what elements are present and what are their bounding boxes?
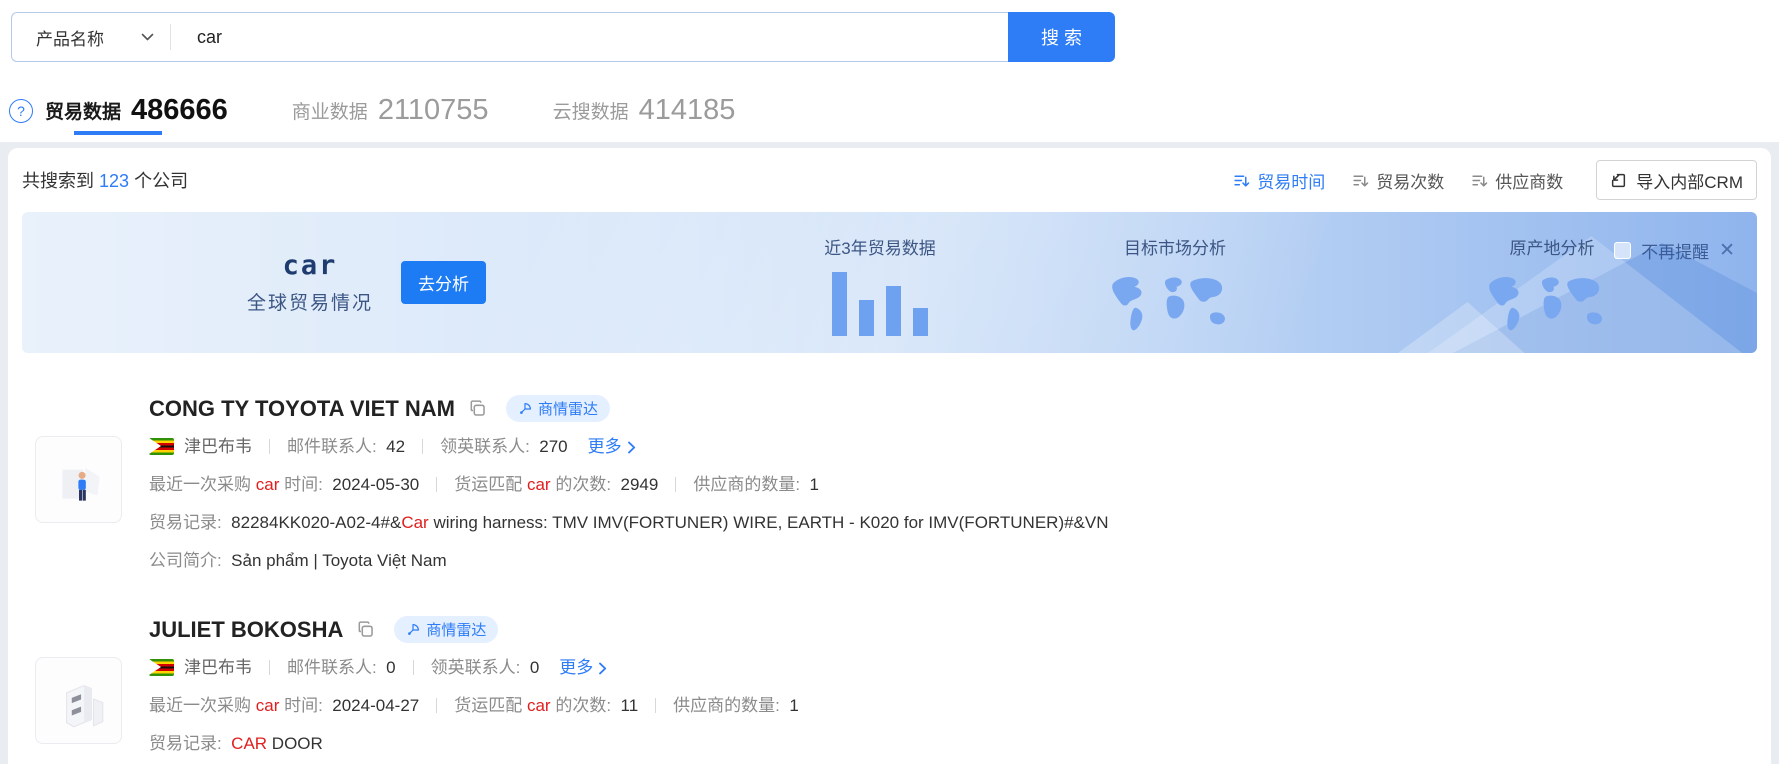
company-name-row: CONG TY TOYOTA VIET NAM 商情雷达: [149, 395, 1757, 422]
sort-supplier-count[interactable]: 供应商数: [1471, 168, 1563, 193]
help-icon[interactable]: ?: [9, 99, 33, 123]
results-toolbar: 贸易时间 贸易次数 供应商数 导入内部CRM: [1233, 160, 1757, 200]
zimbabwe-flag-icon: [149, 659, 174, 676]
tab-count: 486666: [131, 94, 228, 127]
zimbabwe-flag-icon: [149, 438, 174, 455]
chevron-right-icon: [627, 441, 637, 454]
company-meta-row: 津巴布韦邮件联系人: 0领英联系人: 0 更多: [149, 655, 1757, 681]
more-link[interactable]: 更多: [588, 434, 637, 460]
person-illustration: [48, 449, 110, 511]
active-tab-underline: [74, 131, 162, 135]
sort-label: 贸易时间: [1257, 168, 1325, 193]
banner-keyword: car: [247, 251, 373, 281]
world-map-icon: [1100, 265, 1250, 343]
badge-label: 商情雷达: [426, 619, 486, 640]
meta-segments: 津巴布韦邮件联系人: 0领英联系人: 0: [184, 658, 539, 677]
sort-desc-icon: [1471, 172, 1488, 189]
more-link[interactable]: 更多: [559, 655, 608, 681]
company-name-row: JULIET BOKOSHA 商情雷达: [149, 616, 1757, 643]
more-label: 更多: [588, 434, 622, 460]
chevron-right-icon: [598, 662, 608, 675]
sort-trade-count[interactable]: 贸易次数: [1352, 168, 1444, 193]
banner-trade-data-column: 近3年贸易数据: [800, 234, 960, 336]
banner-col-label: 原产地分析: [1510, 234, 1595, 259]
analyze-button[interactable]: 去分析: [401, 261, 486, 304]
tab-trade-data[interactable]: ? 贸易数据 486666: [9, 94, 228, 135]
tab-cloud-search-data[interactable]: 云搜数据 414185: [553, 94, 736, 135]
results-count-prefix: 共搜索到: [22, 171, 99, 191]
search-category-dropdown[interactable]: 产品名称: [12, 13, 170, 61]
company-thumbnail[interactable]: [35, 657, 122, 744]
company-meta-row: 津巴布韦邮件联系人: 42领英联系人: 270 更多: [149, 434, 1757, 460]
company-trade-record-row: 贸易记录: 82284KK020-A02-4#&Car wiring harne…: [149, 510, 1757, 536]
search-category-label: 产品名称: [36, 25, 104, 50]
results-section-background: 共搜索到 123 个公司 贸易时间 贸易次数 供应商数: [0, 142, 1779, 764]
results-header: 共搜索到 123 个公司 贸易时间 贸易次数 供应商数: [22, 148, 1757, 212]
bar-chart-icon: [832, 270, 928, 336]
import-crm-button[interactable]: 导入内部CRM: [1596, 160, 1757, 200]
company-name[interactable]: CONG TY TOYOTA VIET NAM: [149, 396, 455, 422]
banner-dismiss-group: 不再提醒 ✕: [1614, 238, 1735, 263]
import-icon: [1610, 172, 1627, 189]
world-map-icon: [1477, 265, 1627, 343]
business-radar-badge[interactable]: 商情雷达: [506, 395, 610, 422]
more-label: 更多: [559, 655, 593, 681]
results-panel: 共搜索到 123 个公司 贸易时间 贸易次数 供应商数: [8, 148, 1771, 764]
company-details: CONG TY TOYOTA VIET NAM 商情雷达 津巴布韦邮件联系人: …: [149, 395, 1757, 574]
tab-business-data[interactable]: 商业数据 2110755: [292, 94, 489, 135]
data-source-tabs: ? 贸易数据 486666 商业数据 2110755 云搜数据 414185: [9, 94, 735, 135]
company-stats-row: 最近一次采购 car 时间: 2024-05-30货运匹配 car 的次数: 2…: [149, 472, 1757, 498]
sort-label: 供应商数: [1495, 168, 1563, 193]
banner-origin-column: 原产地分析: [1472, 234, 1632, 343]
tab-label: 贸易数据: [45, 97, 121, 124]
results-count-suffix: 个公司: [129, 171, 188, 191]
radar-icon: [406, 623, 420, 637]
results-count-text: 共搜索到 123 个公司: [22, 167, 188, 193]
sort-desc-icon: [1352, 172, 1369, 189]
banner-keyword-group: car 全球贸易情况 去分析: [247, 212, 486, 353]
search-bar: 产品名称 搜 索: [11, 12, 1115, 62]
tab-label: 商业数据: [292, 97, 368, 124]
search-box: 产品名称: [11, 12, 1008, 62]
company-intro-row: 公司简介: Sản phẩm | Toyota Việt Nam: [149, 548, 1757, 574]
results-count-number: 123: [99, 171, 129, 191]
company-result-item: JULIET BOKOSHA 商情雷达 津巴布韦邮件联系人: 0领英联系人: 0…: [35, 616, 1757, 757]
company-stats-row: 最近一次采购 car 时间: 2024-04-27货运匹配 car 的次数: 1…: [149, 693, 1757, 719]
sort-trade-time[interactable]: 贸易时间: [1233, 168, 1325, 193]
product-illustration: [48, 670, 110, 732]
sort-label: 贸易次数: [1376, 168, 1444, 193]
banner-subtitle: 全球贸易情况: [247, 288, 373, 315]
dismiss-label: 不再提醒: [1641, 238, 1709, 263]
company-thumbnail[interactable]: [35, 436, 122, 523]
company-details: JULIET BOKOSHA 商情雷达 津巴布韦邮件联系人: 0领英联系人: 0…: [149, 616, 1757, 757]
banner-keyword-block: car 全球贸易情况: [247, 251, 373, 315]
tab-label: 云搜数据: [553, 97, 629, 124]
badge-label: 商情雷达: [538, 398, 598, 419]
copy-icon[interactable]: [468, 399, 487, 418]
chevron-down-icon: [141, 33, 154, 42]
close-icon[interactable]: ✕: [1719, 241, 1735, 260]
banner-col-label: 目标市场分析: [1124, 234, 1226, 259]
trade-search-page: 产品名称 搜 索 ? 贸易数据 486666 商业数据 2110755 云搜数据…: [0, 0, 1779, 764]
company-result-item: CONG TY TOYOTA VIET NAM 商情雷达 津巴布韦邮件联系人: …: [35, 395, 1757, 574]
banner-target-market-column: 目标市场分析: [1095, 234, 1255, 343]
business-radar-badge[interactable]: 商情雷达: [394, 616, 498, 643]
copy-icon[interactable]: [356, 620, 375, 639]
radar-icon: [518, 402, 532, 416]
search-input[interactable]: [171, 26, 1008, 49]
tab-count: 414185: [639, 94, 736, 127]
dismiss-checkbox[interactable]: [1614, 242, 1631, 259]
import-crm-label: 导入内部CRM: [1636, 168, 1743, 193]
company-name[interactable]: JULIET BOKOSHA: [149, 617, 343, 643]
banner-col-label: 近3年贸易数据: [824, 234, 935, 259]
sort-desc-icon: [1233, 172, 1250, 189]
meta-segments: 津巴布韦邮件联系人: 42领英联系人: 270: [184, 437, 568, 456]
analysis-promo-banner: car 全球贸易情况 去分析 近3年贸易数据 目标市场分析: [22, 212, 1757, 353]
search-button[interactable]: 搜 索: [1008, 12, 1115, 62]
company-trade-record-row: 贸易记录: CAR DOOR: [149, 731, 1757, 757]
tab-count: 2110755: [378, 94, 489, 127]
